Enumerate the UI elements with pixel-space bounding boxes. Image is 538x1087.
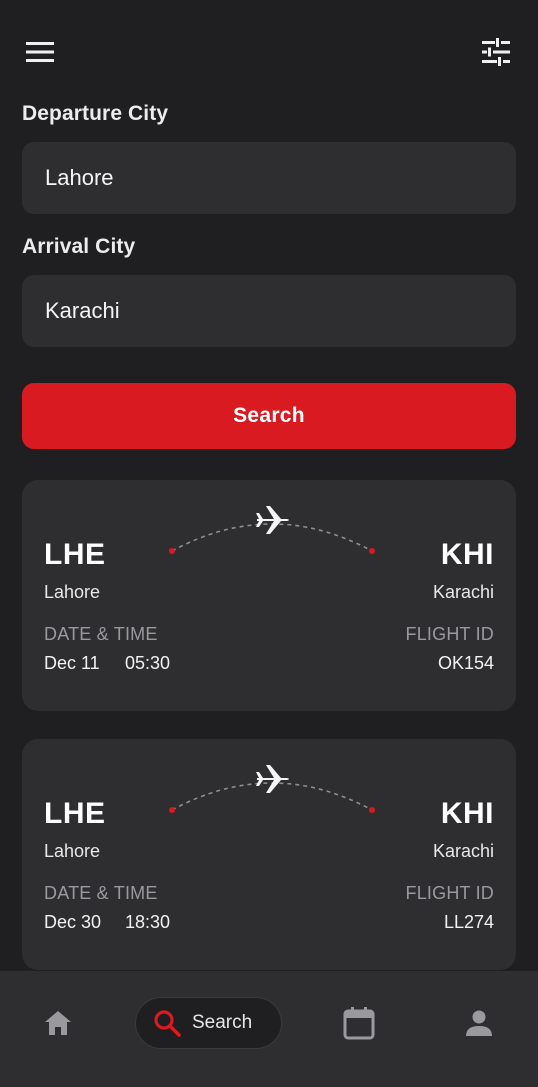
date-time-label: DATE & TIME (44, 883, 158, 903)
flight-card[interactable]: LHE KHI Lahore Karachi DATE & TIME FLIGH… (22, 739, 516, 970)
nav-calendar-button[interactable] (333, 997, 385, 1049)
home-icon (45, 1011, 71, 1035)
departure-city-input[interactable]: Lahore (22, 142, 516, 214)
flight-route-graphic (169, 765, 375, 813)
arrival-city: Karachi (432, 841, 494, 861)
flight-id: LL274 (443, 912, 494, 932)
departure-code: LHE (44, 538, 106, 571)
flight-card[interactable]: LHE KHI Lahore Karachi DATE & TIME FLIGH… (22, 480, 516, 711)
departure-city: Lahore (44, 841, 101, 861)
nav-search-label: Search (192, 1012, 253, 1033)
flight-id-label: FLIGHT ID (405, 624, 494, 644)
flight-time: 18:30 (125, 912, 171, 932)
arrival-city-input[interactable]: Karachi (22, 275, 516, 347)
flight-date: Dec 30 (44, 912, 102, 932)
search-button[interactable]: Search (22, 383, 516, 449)
arrival-city: Karachi (432, 582, 494, 602)
sliders-filter-icon (482, 38, 510, 66)
menu-button[interactable] (18, 30, 62, 74)
departure-city-value: Lahore (45, 165, 114, 190)
departure-city-label: Departure City (22, 102, 169, 125)
airplane-icon (256, 765, 289, 793)
search-icon (154, 1010, 181, 1037)
nav-search-button[interactable]: Search (135, 997, 282, 1049)
flight-date: Dec 11 (44, 653, 100, 673)
flight-route-graphic (169, 506, 375, 554)
date-time-label: DATE & TIME (44, 624, 158, 644)
calendar-icon (343, 1007, 375, 1040)
departure-code: LHE (44, 797, 106, 830)
departure-city: Lahore (44, 582, 101, 602)
arrival-code: KHI (440, 538, 494, 571)
bottom-navigation: Search (0, 971, 538, 1087)
top-bar (0, 0, 538, 100)
arrival-code: KHI (440, 797, 494, 830)
nav-profile-button[interactable] (453, 997, 505, 1049)
airplane-icon (256, 506, 289, 534)
flight-time: 05:30 (125, 653, 171, 673)
filter-button[interactable] (474, 30, 518, 74)
person-icon (466, 1010, 492, 1036)
nav-home-button[interactable] (32, 997, 84, 1049)
flight-id: OK154 (437, 653, 494, 673)
hamburger-menu-icon (26, 42, 54, 62)
arrival-city-value: Karachi (45, 298, 120, 323)
arrival-city-label: Arrival City (22, 235, 136, 258)
flight-id-label: FLIGHT ID (405, 883, 494, 903)
